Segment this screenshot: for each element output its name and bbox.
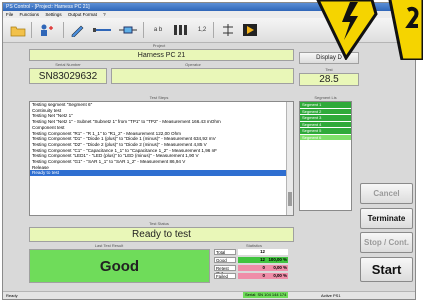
test-status-field: Ready to test bbox=[29, 227, 294, 242]
project-caption: Project bbox=[152, 43, 166, 48]
segment-list-caption: Segment Lis bbox=[314, 95, 337, 100]
person-plus-icon[interactable] bbox=[37, 22, 55, 38]
stats-percent: 0,00 % bbox=[266, 273, 288, 279]
start-button[interactable]: Start bbox=[360, 257, 413, 282]
operator-field bbox=[111, 68, 294, 84]
stats-count: 12 bbox=[238, 249, 266, 255]
edit-pen-icon[interactable] bbox=[69, 22, 87, 38]
stats-percent: 0,00 % bbox=[266, 265, 288, 271]
serial-caption: Serial Number bbox=[55, 62, 81, 67]
stats-count: 0 bbox=[238, 265, 266, 271]
stats-label: Good bbox=[214, 257, 236, 263]
menu-output-format[interactable]: Output Format bbox=[68, 12, 97, 17]
high-voltage-warning-icon bbox=[316, 0, 423, 60]
status-bar: Ready Serial: SN 104 144 174 Active PS1 bbox=[3, 291, 415, 299]
stats-percent bbox=[266, 249, 288, 255]
cancel-button[interactable]: Cancel bbox=[360, 183, 413, 204]
status-right: Active PS1 bbox=[321, 293, 341, 298]
segment-label[interactable]: a b bbox=[149, 22, 167, 38]
connector-icon[interactable] bbox=[171, 22, 191, 38]
stats-label: Failed bbox=[214, 273, 236, 279]
stats-label: Total bbox=[214, 249, 236, 255]
statistics-table: Total 12 Good 12 100,00 % Retest Out 0 0… bbox=[214, 249, 292, 293]
open-folder-icon[interactable] bbox=[9, 22, 27, 38]
test-value-caption: Test bbox=[325, 67, 333, 72]
operator-caption: Operator bbox=[185, 62, 201, 67]
test-steps-caption: Test Steps bbox=[149, 95, 169, 100]
scrollbar-thumb[interactable] bbox=[288, 192, 292, 206]
cable-icon[interactable] bbox=[91, 22, 113, 38]
stats-count: 0 bbox=[238, 273, 266, 279]
menu-help[interactable]: ? bbox=[103, 12, 106, 17]
stats-label: Retest Out bbox=[214, 265, 236, 276]
serial-number-field: SN83029632 bbox=[29, 68, 107, 84]
last-result-caption: Last Test Result bbox=[94, 243, 124, 248]
stats-row-total: Total 12 bbox=[214, 249, 292, 256]
segment-item[interactable]: Segment 6 bbox=[300, 134, 351, 141]
segment-list[interactable]: Segment 1 Segment 2 Segment 3 Segment 4 … bbox=[299, 101, 352, 211]
terminate-button[interactable]: Terminate bbox=[360, 208, 413, 229]
menu-settings[interactable]: Settings bbox=[45, 12, 61, 17]
status-serial: Serial: SN 104 144 174 bbox=[243, 292, 289, 298]
project-field: Harness PC 21 bbox=[29, 49, 294, 61]
measure-icon[interactable] bbox=[219, 22, 237, 38]
stats-row-retest-out: Retest Out 0 0,00 % bbox=[214, 265, 292, 276]
component-icon[interactable] bbox=[117, 22, 139, 38]
last-result-field: Good bbox=[29, 249, 210, 283]
stats-row-good: Good 12 100,00 % bbox=[214, 257, 292, 264]
stats-row-failed: Failed 0 0,00 % bbox=[214, 273, 292, 280]
menu-functions[interactable]: Functions bbox=[20, 12, 40, 17]
test-value-field: 28.5 bbox=[299, 73, 359, 86]
log-line-selected: Ready to test bbox=[30, 170, 293, 177]
test-status-caption: Test Status bbox=[149, 221, 169, 226]
status-left: Ready bbox=[6, 293, 18, 298]
menu-file[interactable]: File bbox=[6, 12, 13, 17]
test-steps-log[interactable]: Testing segment "Segment 6" Continuity t… bbox=[29, 101, 294, 216]
stats-percent: 100,00 % bbox=[266, 257, 288, 263]
log-scrollbar[interactable] bbox=[286, 102, 293, 215]
stop-continue-button[interactable]: Stop / Cont. bbox=[360, 232, 413, 253]
numbering-label[interactable]: 1,2 bbox=[195, 22, 209, 38]
stats-count: 12 bbox=[238, 257, 266, 263]
statistics-caption: Statistics bbox=[245, 243, 262, 248]
run-icon[interactable] bbox=[241, 22, 259, 38]
